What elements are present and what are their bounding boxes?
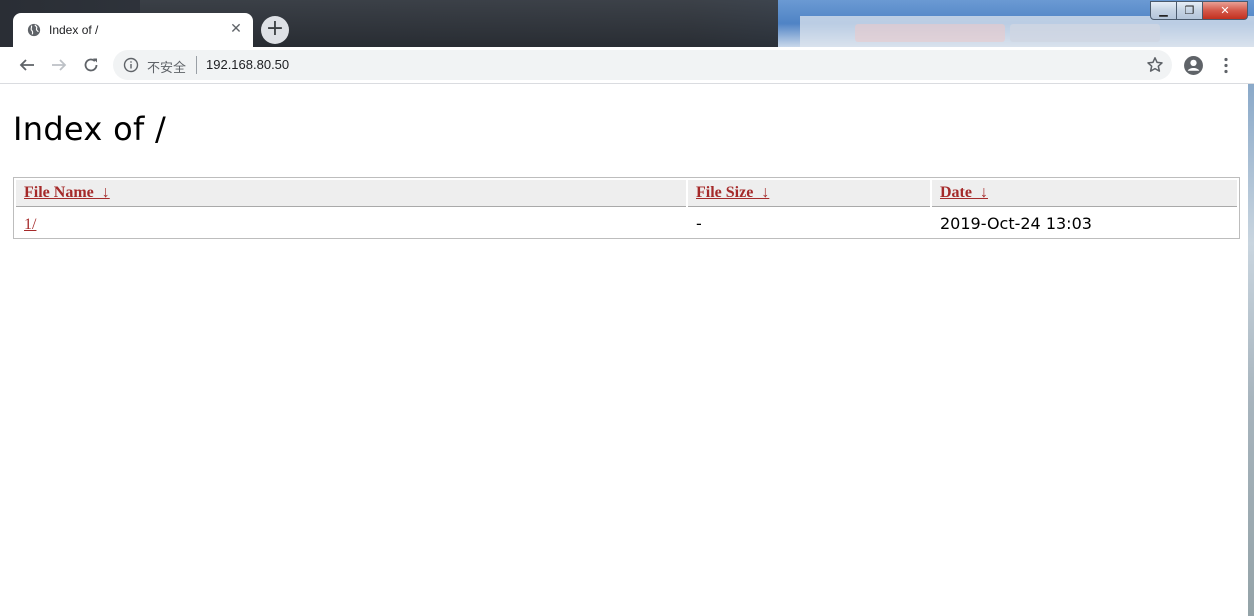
table-row: 1/ - 2019-Oct-24 13:03 <box>16 209 1237 236</box>
header-date: Date ↓ <box>932 180 1237 207</box>
security-indicator[interactable]: 不安全 <box>147 57 186 76</box>
info-icon[interactable] <box>123 57 139 73</box>
header-file-size: File Size ↓ <box>688 180 930 207</box>
background-window-tab <box>1010 24 1160 42</box>
title-bar: Index of / ✕ + ▁ ❐ ✕ <box>0 0 1254 47</box>
arrow-right-icon <box>52 59 67 71</box>
forward-button[interactable] <box>46 52 72 78</box>
file-listing-table: File Name ↓ File Size ↓ Date ↓ 1/ - 2019… <box>13 177 1240 239</box>
kebab-menu-icon[interactable] <box>1216 55 1236 76</box>
reload-button[interactable] <box>78 52 104 78</box>
maximize-button[interactable]: ❐ <box>1176 1 1203 20</box>
header-file-name: File Name ↓ <box>16 180 686 207</box>
star-icon[interactable] <box>1146 56 1164 74</box>
page-content: Index of / File Name ↓ File Size ↓ Date … <box>0 84 1248 616</box>
reload-icon <box>84 58 98 72</box>
sort-by-size-link[interactable]: File Size ↓ <box>696 184 769 202</box>
browser-toolbar: 不安全 192.168.80.50 <box>0 47 1254 84</box>
page-title: Index of / <box>13 110 167 148</box>
divider <box>196 56 197 74</box>
new-tab-button[interactable]: + <box>261 16 289 44</box>
file-name-cell: 1/ <box>24 214 36 234</box>
tab-title: Index of / <box>49 23 99 37</box>
url-text[interactable]: 192.168.80.50 <box>206 57 289 72</box>
browser-tab[interactable]: Index of / ✕ <box>13 13 253 47</box>
table-header-row: File Name ↓ File Size ↓ Date ↓ <box>16 180 1237 207</box>
back-button[interactable] <box>14 52 40 78</box>
globe-icon <box>27 23 41 37</box>
address-bar[interactable]: 不安全 192.168.80.50 <box>113 50 1172 80</box>
sort-by-name-link[interactable]: File Name ↓ <box>24 184 110 202</box>
sort-by-date-link[interactable]: Date ↓ <box>940 184 988 202</box>
file-date-cell: 2019-Oct-24 13:03 <box>940 214 1092 233</box>
file-link[interactable]: 1/ <box>24 216 36 233</box>
tab-close-icon[interactable]: ✕ <box>228 21 244 37</box>
file-size-cell: - <box>696 214 702 233</box>
account-icon[interactable] <box>1183 55 1204 76</box>
minimize-button[interactable]: ▁ <box>1150 1 1177 20</box>
desktop-edge <box>1248 84 1254 616</box>
window-controls: ▁ ❐ ✕ <box>1150 1 1248 20</box>
background-window-tab <box>855 24 1005 42</box>
close-window-button[interactable]: ✕ <box>1202 1 1248 20</box>
arrow-left-icon <box>19 59 34 71</box>
